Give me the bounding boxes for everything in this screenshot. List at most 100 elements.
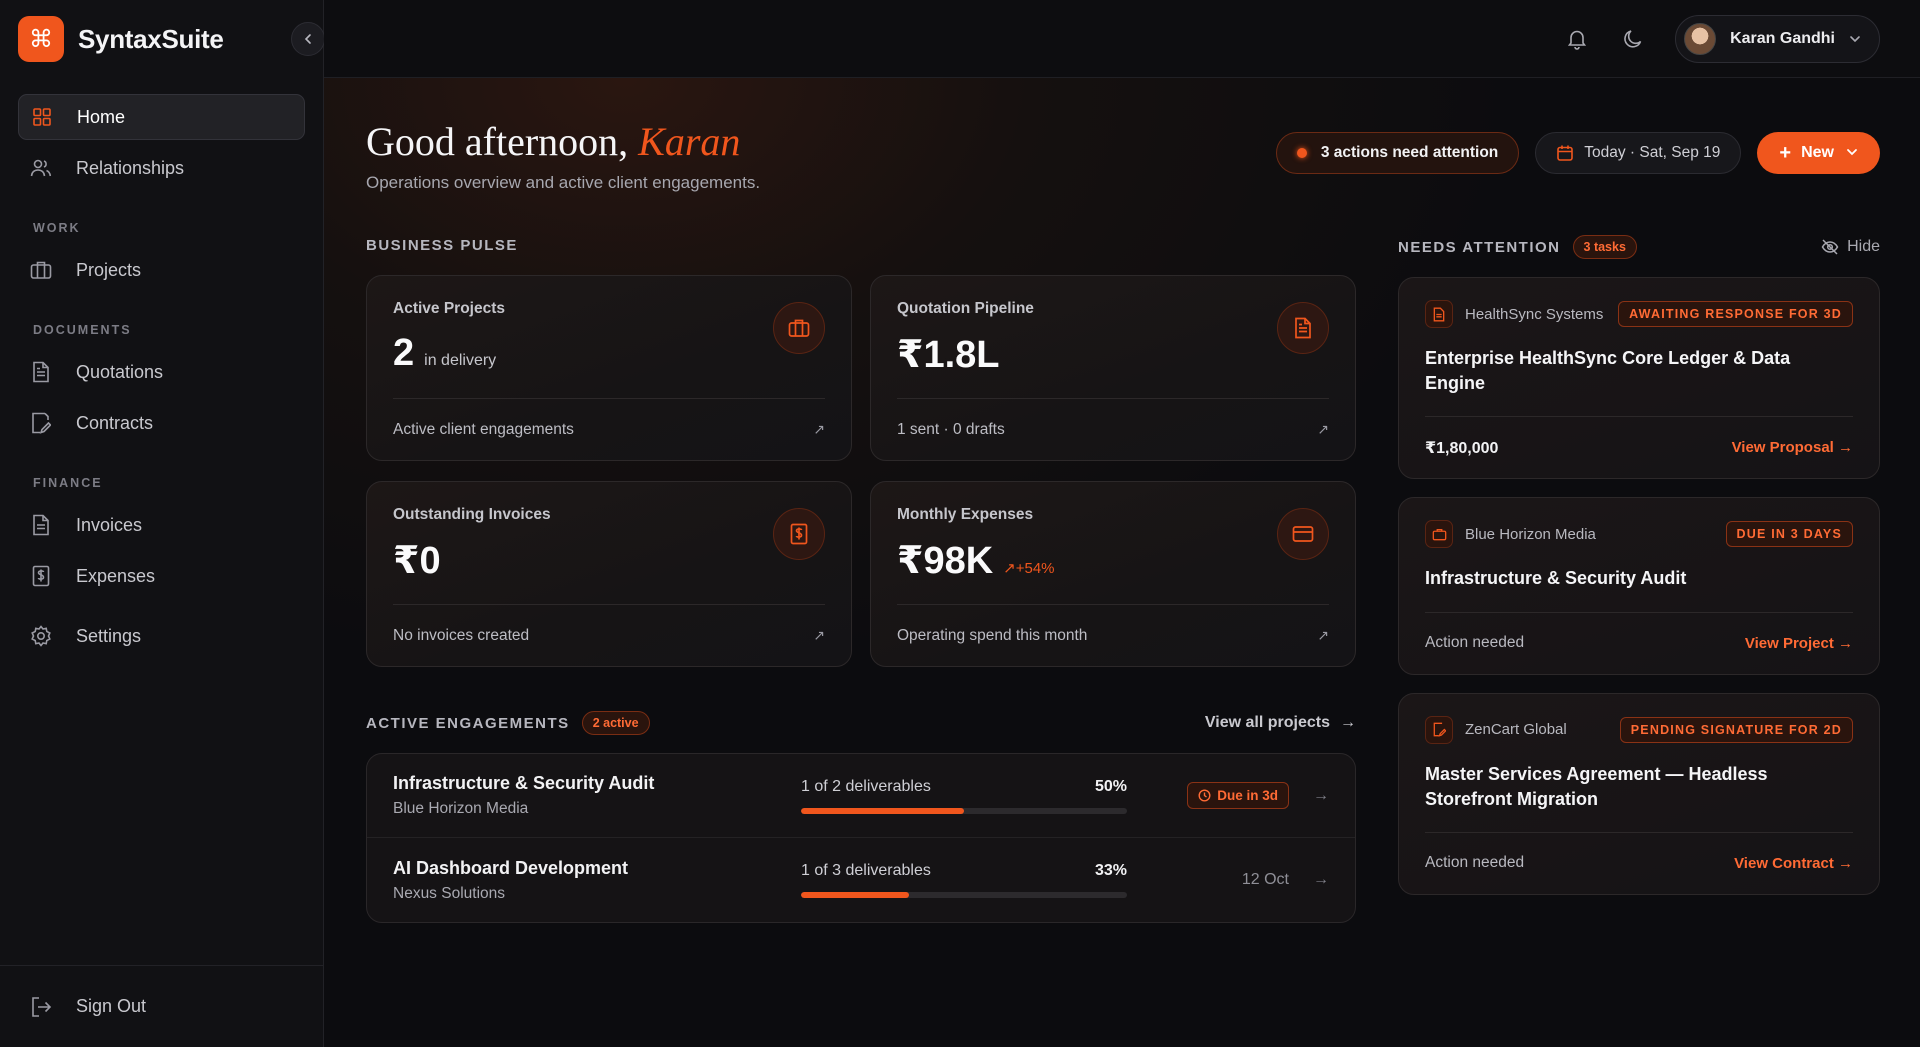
- hide-button[interactable]: Hide: [1821, 238, 1880, 256]
- link-label: View all projects: [1204, 714, 1330, 731]
- date-label: Today · Sat, Sep 19: [1584, 144, 1721, 161]
- progress-text: 1 of 3 deliverables: [801, 862, 931, 879]
- trend-delta-value: +54%: [1015, 560, 1055, 577]
- sidebar-item-quotations[interactable]: Quotations: [18, 349, 305, 395]
- card-monthly-expenses[interactable]: Monthly Expenses ₹98K ↗+54% Operating spe…: [870, 481, 1356, 667]
- trend-delta: ↗+54%: [1003, 559, 1054, 577]
- engagement-client: Blue Horizon Media: [393, 800, 529, 817]
- arrow-up-right-icon[interactable]: ↗: [813, 421, 825, 438]
- left-column: BUSINESS PULSE Active Projects 2 in deliv…: [366, 233, 1356, 923]
- trend-up-icon: ↗: [1003, 560, 1016, 577]
- card-outstanding-invoices[interactable]: Outstanding Invoices ₹0 No invoices crea…: [366, 481, 852, 667]
- due-text: Due in 3d: [1217, 788, 1278, 803]
- progress-labels: 1 of 3 deliverables 33%: [801, 862, 1127, 880]
- pulse-cards: Active Projects 2 in delivery Active clie…: [366, 275, 1356, 667]
- progress-bar: [801, 892, 1127, 898]
- sign-out-button[interactable]: Sign Out: [0, 965, 323, 1047]
- command-icon[interactable]: ⌘: [18, 16, 64, 62]
- arrow-up-right-icon[interactable]: ↗: [1317, 627, 1329, 644]
- sidebar-nav: Home Relationships WORK Projects DOCUMEN…: [0, 78, 323, 664]
- attention-footer: Action needed View Contract →: [1425, 831, 1853, 894]
- attention-card-top: Blue Horizon Media DUE IN 3 DAYS: [1425, 520, 1853, 549]
- card-value: ₹0: [393, 538, 825, 583]
- card-value-number: ₹0: [393, 540, 441, 582]
- status-dot: [1296, 148, 1307, 158]
- table-row[interactable]: Infrastructure & Security Audit Blue Hor…: [367, 754, 1355, 838]
- attention-label: 3 actions need attention: [1320, 144, 1499, 161]
- file-text-icon: [1425, 300, 1453, 328]
- card-footer: No invoices created ↗: [393, 604, 825, 666]
- user-menu[interactable]: Karan Gandhi: [1675, 14, 1880, 63]
- view-contract-link[interactable]: View Contract →: [1734, 855, 1853, 872]
- sidebar-item-relationships[interactable]: Relationships: [18, 145, 305, 191]
- due-badge: Due in 3d: [1187, 782, 1289, 809]
- gear-icon: [30, 625, 52, 647]
- file-text-icon: [1277, 302, 1329, 354]
- sidebar-item-label: Home: [77, 106, 126, 127]
- date-button[interactable]: Today · Sat, Sep 19: [1535, 132, 1742, 174]
- attention-card[interactable]: Blue Horizon Media DUE IN 3 DAYS Infrast…: [1398, 497, 1880, 675]
- user-name: Karan Gandhi: [1730, 29, 1835, 47]
- view-proposal-link[interactable]: View Proposal →: [1732, 439, 1853, 456]
- sidebar-item-settings[interactable]: Settings: [18, 613, 305, 659]
- card-label: Quotation Pipeline: [897, 300, 1034, 317]
- dashboard-content: Good afternoon, Karan Operations overvie…: [366, 78, 1880, 923]
- sidebar-item-expenses[interactable]: Expenses: [18, 553, 305, 599]
- engagement-progress: 1 of 3 deliverables 33%: [801, 862, 1127, 898]
- moon-icon: [1624, 29, 1642, 48]
- card-footer-text: Active client engagements: [393, 420, 574, 438]
- sidebar-item-invoices[interactable]: Invoices: [18, 502, 305, 548]
- view-project-link[interactable]: View Project →: [1745, 635, 1853, 652]
- attention-card-top: ZenCart Global PENDING SIGNATURE FOR 2D: [1425, 715, 1853, 744]
- arrow-right-icon[interactable]: →: [1289, 871, 1329, 889]
- theme-toggle-button[interactable]: [1613, 19, 1653, 59]
- greeting-block: Good afternoon, Karan Operations overvie…: [366, 118, 760, 193]
- sidebar-item-contracts[interactable]: Contracts: [18, 400, 305, 446]
- progress-percent: 50%: [1094, 777, 1127, 795]
- attention-card[interactable]: ZenCart Global PENDING SIGNATURE FOR 2D …: [1398, 692, 1880, 895]
- attention-button[interactable]: 3 actions need attention: [1275, 132, 1520, 174]
- section-title-text: NEEDS ATTENTION: [1398, 238, 1561, 256]
- needs-attention-header: NEEDS ATTENTION 3 tasks Hide: [1398, 235, 1880, 259]
- bell-icon: [1567, 30, 1587, 50]
- attention-client: ZenCart Global: [1425, 715, 1567, 744]
- sidebar-item-label: Invoices: [76, 514, 143, 535]
- card-footer-text: No invoices created: [393, 626, 530, 644]
- card-footer: Operating spend this month ↗: [897, 604, 1329, 666]
- sidebar-item-label: Settings: [76, 625, 142, 646]
- progress-fill: [801, 807, 964, 814]
- attention-note: Action needed: [1425, 854, 1525, 872]
- header-actions: 3 actions need attention Today · Sat, Se…: [1275, 132, 1880, 174]
- status-badge: DUE IN 3 DAYS: [1725, 521, 1853, 548]
- sidebar-item-label: Quotations: [76, 361, 164, 382]
- sidebar-item-projects[interactable]: Projects: [18, 247, 305, 293]
- sidebar-item-label: Projects: [76, 259, 142, 280]
- arrow-up-right-icon[interactable]: ↗: [1317, 421, 1329, 438]
- table-row[interactable]: AI Dashboard Development Nexus Solutions…: [367, 838, 1355, 922]
- engagements-table: Infrastructure & Security Audit Blue Hor…: [366, 753, 1356, 923]
- new-button-label: New: [1801, 144, 1834, 161]
- due-date: 12 Oct: [1241, 871, 1289, 888]
- brand-name: SyntaxSuite: [78, 23, 224, 54]
- card-active-projects[interactable]: Active Projects 2 in delivery Active clie…: [366, 275, 852, 461]
- arrow-up-right-icon[interactable]: ↗: [813, 627, 825, 644]
- credit-card-icon: [1277, 508, 1329, 560]
- arrow-right-icon[interactable]: →: [1289, 787, 1329, 805]
- card-value-unit: in delivery: [424, 352, 497, 369]
- notifications-button[interactable]: [1557, 19, 1597, 59]
- client-name: ZenCart Global: [1465, 721, 1567, 739]
- card-quotation-pipeline[interactable]: Quotation Pipeline ₹1.8L 1 sent · 0 draf…: [870, 275, 1356, 461]
- attention-card[interactable]: HealthSync Systems AWAITING RESPONSE FOR…: [1398, 277, 1880, 480]
- main-area: Karan Gandhi Good afternoon, Karan Opera…: [324, 0, 1920, 1047]
- collapse-sidebar-button[interactable]: [291, 22, 325, 56]
- engagement-due: 12 Oct: [1127, 871, 1289, 889]
- view-all-projects-link[interactable]: View all projects →: [1205, 714, 1356, 732]
- sidebar-item-home[interactable]: Home: [18, 94, 305, 140]
- card-footer-text: Operating spend this month: [897, 626, 1088, 644]
- new-button[interactable]: + New: [1757, 132, 1880, 174]
- progress-fill: [801, 892, 909, 898]
- attention-note: Action needed: [1425, 634, 1525, 652]
- sidebar-item-label: Expenses: [76, 565, 156, 586]
- right-column: NEEDS ATTENTION 3 tasks Hide HealthSync …: [1398, 233, 1880, 923]
- nav-section-finance: FINANCE: [33, 476, 103, 490]
